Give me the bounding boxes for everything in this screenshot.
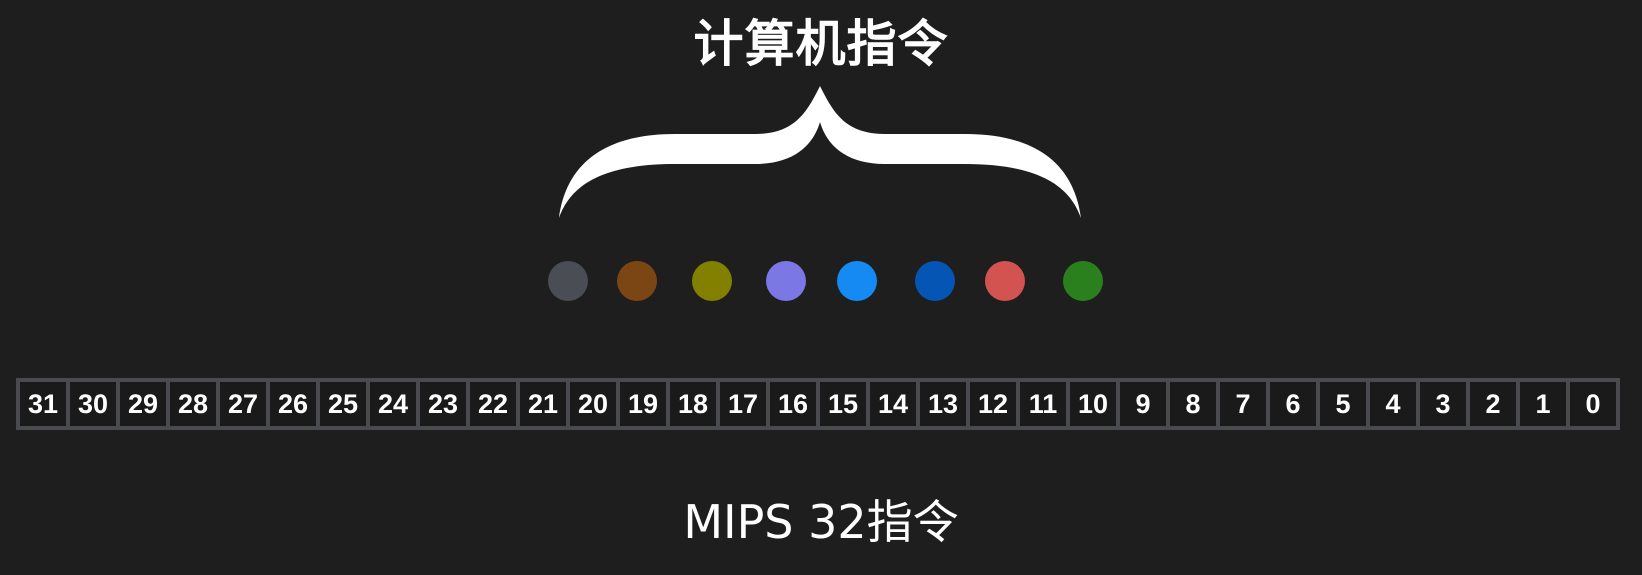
bit-cell: 18 xyxy=(670,382,716,426)
color-dot xyxy=(1063,261,1103,301)
color-dot xyxy=(766,261,806,301)
color-dot xyxy=(985,261,1025,301)
curly-brace xyxy=(559,86,1081,218)
bit-cell: 8 xyxy=(1170,382,1216,426)
bit-cell: 20 xyxy=(570,382,616,426)
caption: MIPS 32指令 xyxy=(683,495,959,549)
bit-cell: 23 xyxy=(420,382,466,426)
bit-cell: 6 xyxy=(1270,382,1316,426)
diagram-title: 计算机指令 xyxy=(693,15,949,73)
bit-cell: 0 xyxy=(1570,382,1616,426)
bit-cell: 1 xyxy=(1520,382,1566,426)
color-dot xyxy=(617,261,657,301)
bit-cell: 13 xyxy=(920,382,966,426)
color-dot xyxy=(837,261,877,301)
bit-cell: 5 xyxy=(1320,382,1366,426)
bit-cell: 2 xyxy=(1470,382,1516,426)
bit-cell: 22 xyxy=(470,382,516,426)
bit-field-bar: 31 30 29 28 27 26 25 24 23 22 21 20 19 18 17 16 15 14 13 12… xyxy=(16,378,1620,430)
bit-cell: 10 xyxy=(1070,382,1116,426)
color-dot xyxy=(915,261,955,301)
bit-cell: 31 xyxy=(20,382,66,426)
bit-cell: 17 xyxy=(720,382,766,426)
color-dot xyxy=(692,261,732,301)
bit-cell: 7 xyxy=(1220,382,1266,426)
bit-cell: 27 xyxy=(220,382,266,426)
bit-cell: 29 xyxy=(120,382,166,426)
color-dot xyxy=(548,261,588,301)
bit-cell: 21 xyxy=(520,382,566,426)
bit-cell: 15 xyxy=(820,382,866,426)
bit-cell: 3 xyxy=(1420,382,1466,426)
bit-cell: 16 xyxy=(770,382,816,426)
bit-cell: 12 xyxy=(970,382,1016,426)
bit-cell: 4 xyxy=(1370,382,1416,426)
bit-cell: 19 xyxy=(620,382,666,426)
bit-cell: 28 xyxy=(170,382,216,426)
bit-cell: 30 xyxy=(70,382,116,426)
bit-cell: 11 xyxy=(1020,382,1066,426)
bit-cell: 26 xyxy=(270,382,316,426)
bit-cell: 25 xyxy=(320,382,366,426)
bit-cell: 24 xyxy=(370,382,416,426)
bit-cell: 14 xyxy=(870,382,916,426)
bit-cell: 9 xyxy=(1120,382,1166,426)
